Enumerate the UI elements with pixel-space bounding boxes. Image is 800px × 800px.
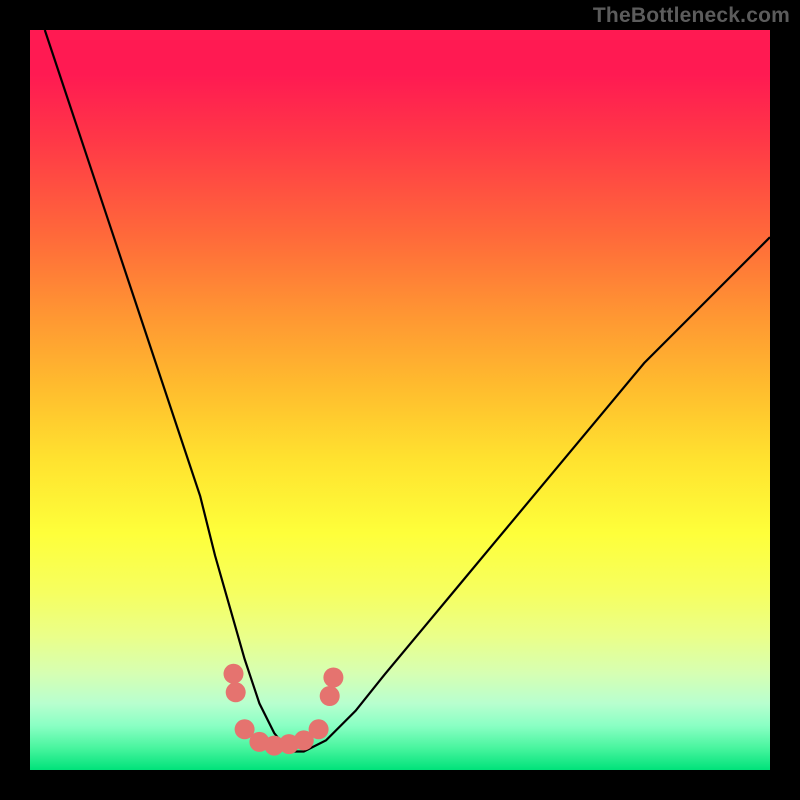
curve-path	[45, 30, 770, 752]
data-marker	[309, 719, 329, 739]
data-marker	[320, 686, 340, 706]
data-marker	[226, 682, 246, 702]
plot-area	[30, 30, 770, 770]
data-marker	[224, 664, 244, 684]
watermark-text: TheBottleneck.com	[593, 4, 790, 28]
bottleneck-curve	[45, 30, 770, 752]
curve-svg	[30, 30, 770, 770]
chart-frame: TheBottleneck.com	[0, 0, 800, 800]
data-marker	[323, 668, 343, 688]
